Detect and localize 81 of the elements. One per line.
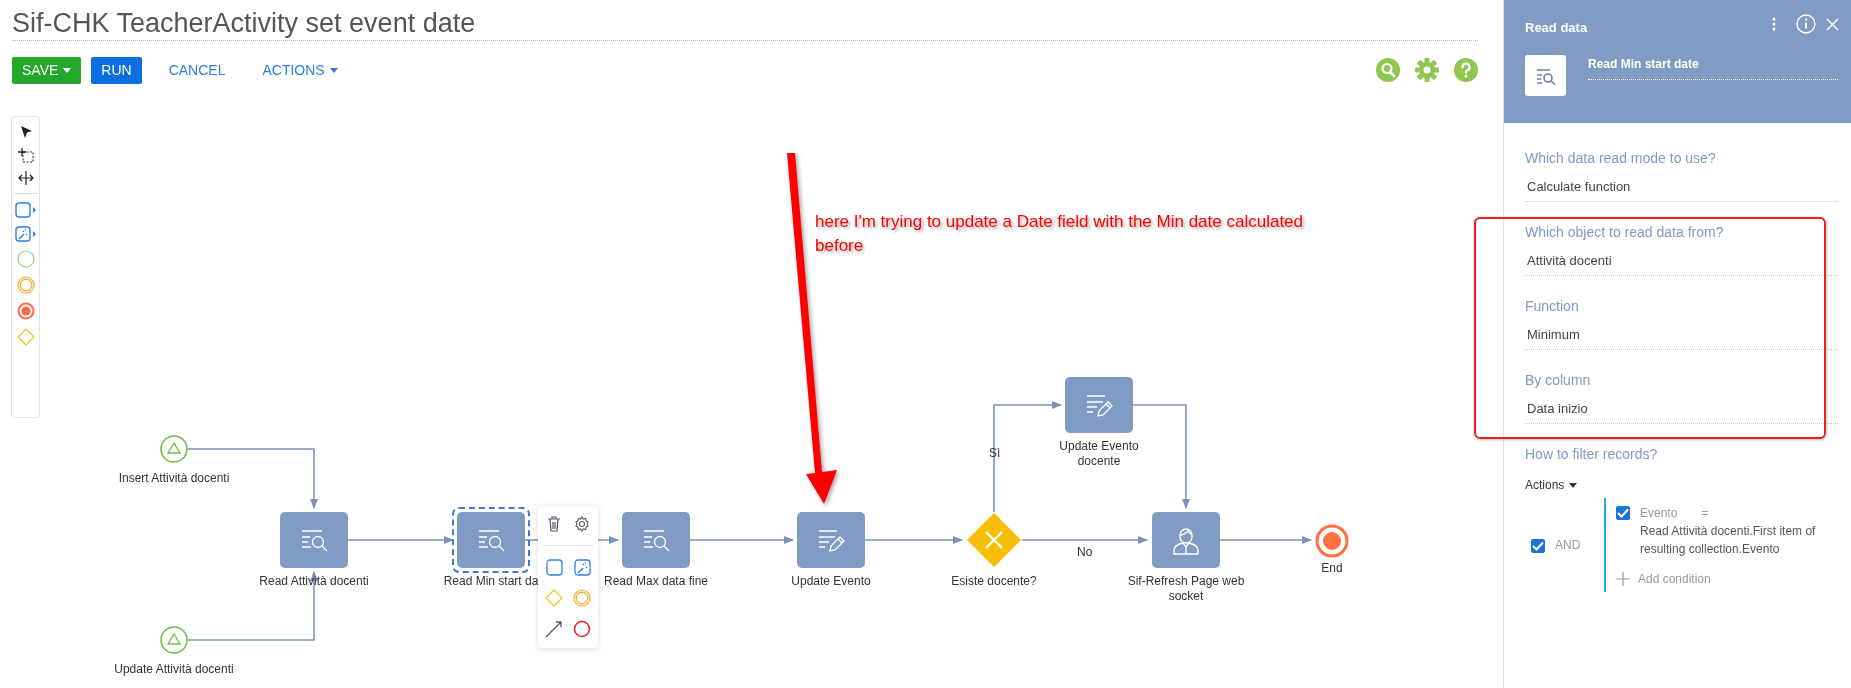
field-value[interactable]: Minimum — [1525, 325, 1838, 350]
script-task-icon[interactable] — [573, 559, 591, 576]
node-label: Read Max data fine — [602, 574, 710, 589]
caret-icon — [329, 67, 338, 73]
field-label: By column — [1525, 371, 1592, 390]
add-condition-link[interactable]: Add condition — [1638, 572, 1711, 586]
node-label: Update Attività docenti — [113, 662, 235, 677]
connector[interactable] — [864, 536, 963, 544]
trash-icon[interactable] — [547, 516, 561, 533]
pointer-icon[interactable] — [18, 125, 33, 139]
task-node[interactable] — [452, 507, 530, 573]
annotation-text: here I'm trying to update a Date field with the Min date calculated before — [815, 211, 1305, 257]
element-name-field[interactable]: Read Min start date — [1588, 57, 1838, 80]
task-icon[interactable] — [545, 559, 563, 576]
end-event-icon[interactable] — [16, 302, 35, 320]
connector-tool-icon[interactable] — [545, 619, 563, 638]
field-label: Which data read mode to use? — [1525, 149, 1717, 168]
actions-button[interactable]: ACTIONS — [245, 56, 348, 84]
more-icon[interactable] — [1772, 17, 1776, 31]
plus-icon[interactable] — [1616, 572, 1630, 586]
space-tool-icon[interactable] — [17, 171, 34, 185]
intermediate-event-icon[interactable] — [573, 588, 591, 607]
intermediate-event-icon[interactable] — [16, 276, 35, 294]
field-value[interactable]: Data inizio — [1525, 399, 1838, 424]
field-label: Function — [1525, 297, 1580, 316]
list-magnifier-icon — [641, 527, 671, 553]
connector[interactable] — [1219, 536, 1312, 544]
section-heading: How to filter records? — [1525, 445, 1659, 464]
node-label: Update Evento — [790, 574, 872, 589]
close-icon[interactable] — [1826, 17, 1839, 31]
field-value[interactable]: Attività docenti — [1525, 251, 1838, 276]
search-icon[interactable] — [1376, 58, 1400, 82]
list-pencil-icon — [816, 527, 846, 553]
start-event-icon — [160, 626, 188, 654]
condition-column[interactable]: Evento — [1640, 506, 1678, 520]
node-label: Sif-Refresh Page web socket — [1126, 574, 1246, 604]
flow-label: No — [1077, 545, 1093, 559]
lasso-tool-icon[interactable] — [16, 147, 35, 163]
process-title: Sif-CHK TeacherActivity set event date — [12, 7, 476, 40]
field-value[interactable]: Calculate function — [1525, 177, 1838, 202]
node-label: Read Attività docenti — [258, 574, 370, 589]
settings-icon[interactable] — [574, 516, 590, 533]
flow-label: Sì — [989, 446, 1001, 460]
condition-operator[interactable]: = — [1701, 506, 1709, 520]
end-event-icon[interactable] — [573, 619, 591, 638]
filter-actions-button[interactable]: Actions — [1525, 478, 1578, 492]
group-operator[interactable]: AND — [1555, 538, 1581, 552]
connector[interactable] — [347, 536, 454, 544]
end-event-icon — [1315, 524, 1349, 558]
list-magnifier-icon — [299, 527, 329, 553]
help-icon[interactable] — [1454, 58, 1478, 82]
caret-icon — [1569, 482, 1578, 488]
save-button[interactable]: SAVE — [12, 56, 82, 84]
gateway-icon[interactable] — [16, 328, 35, 346]
panel-title: Read data — [1525, 20, 1588, 35]
list-pencil-icon — [1084, 392, 1114, 418]
connector[interactable] — [187, 448, 318, 509]
node-label: Insert Attività docenti — [117, 471, 231, 486]
checkbox[interactable] — [1616, 506, 1630, 520]
node-label: Read Min start da — [442, 574, 540, 589]
node-label: Update Evento docente — [1058, 439, 1140, 469]
cancel-button[interactable]: CANCEL — [151, 56, 236, 84]
start-event-icon[interactable] — [16, 250, 35, 268]
script-task-icon[interactable] — [14, 226, 37, 242]
info-icon[interactable] — [1796, 14, 1816, 34]
gateway-icon[interactable] — [545, 588, 563, 607]
node-label: Esiste docente? — [950, 574, 1038, 589]
checkbox[interactable] — [1531, 539, 1545, 553]
connector[interactable] — [689, 536, 794, 544]
list-magnifier-icon — [476, 527, 506, 553]
element-icon — [1525, 55, 1566, 96]
field-label: Which object to read data from? — [1525, 223, 1725, 242]
gateway-icon — [966, 512, 1022, 568]
node-label: End — [1320, 561, 1344, 576]
connector[interactable] — [1021, 536, 1148, 544]
start-event-icon — [160, 435, 188, 463]
caret-icon — [63, 67, 72, 73]
condition-value[interactable]: Read Attività docenti.First item of resulting collection.Evento — [1640, 522, 1830, 558]
person-icon — [1172, 525, 1200, 555]
run-button[interactable]: RUN — [91, 56, 142, 84]
task-icon[interactable] — [14, 202, 37, 218]
